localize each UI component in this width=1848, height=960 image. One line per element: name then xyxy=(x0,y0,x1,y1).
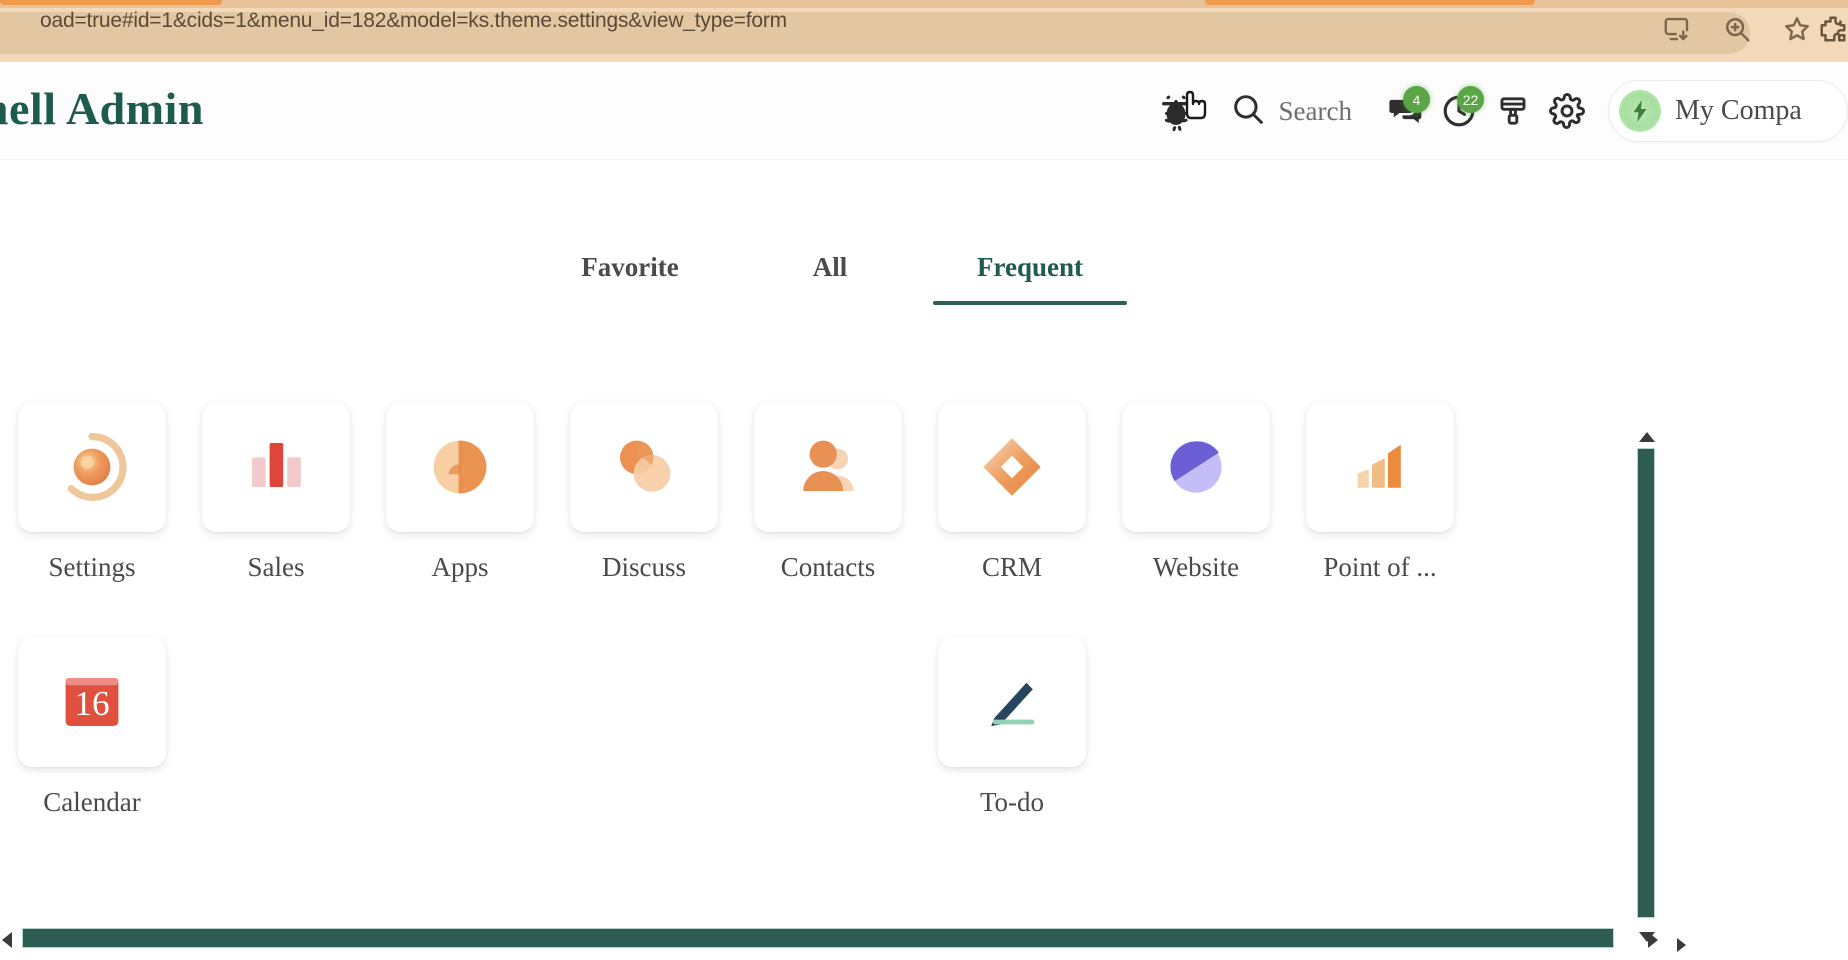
vertical-scrollbar-thumb[interactable] xyxy=(1637,448,1655,918)
app-tile xyxy=(18,402,166,532)
browser-tab-secondary-indicator[interactable] xyxy=(1205,0,1535,5)
app-label: Website xyxy=(1152,552,1240,582)
tab-frequent[interactable]: Frequent xyxy=(930,252,1130,305)
horizontal-scrollbar[interactable] xyxy=(0,926,1680,956)
grid-spacer xyxy=(736,637,920,872)
app-item-apps[interactable]: Apps xyxy=(368,402,552,583)
app-item-crm[interactable]: CRM xyxy=(920,402,1104,583)
messages-button[interactable]: 4 xyxy=(1378,84,1432,138)
app-item-website[interactable]: Website xyxy=(1104,402,1288,583)
app-label: Discuss xyxy=(601,552,686,582)
search-icon xyxy=(1231,92,1265,131)
browser-toolbar-icons xyxy=(1662,14,1812,44)
tab-all-label: All xyxy=(812,252,848,282)
calendar-day: 16 xyxy=(74,684,109,723)
tab-frequent-label: Frequent xyxy=(977,252,1083,282)
contacts-app-icon xyxy=(803,440,854,491)
app-item-sales[interactable]: Sales xyxy=(184,402,368,583)
app-label: Sales xyxy=(247,552,305,582)
app-label: Point of ... xyxy=(1323,552,1437,582)
scroll-right-arrow-icon[interactable] xyxy=(1648,932,1658,948)
vertical-scrollbar[interactable] xyxy=(1634,432,1660,942)
horizontal-scrollbar-thumb[interactable] xyxy=(22,928,1614,948)
app-item-settings[interactable]: Settings xyxy=(0,402,184,583)
app-tile xyxy=(1306,402,1454,532)
app-label: Apps xyxy=(431,552,489,582)
app-item-todo[interactable]: To-do xyxy=(920,637,1104,818)
company-name: My Compa xyxy=(1675,95,1802,126)
app-tile: 16 xyxy=(18,637,166,767)
scroll-up-arrow-icon[interactable] xyxy=(1639,432,1655,442)
browser-tabstrip xyxy=(0,0,1848,8)
launcher-tabs: Favorite All Frequent xyxy=(0,252,1660,305)
tab-favorite-label: Favorite xyxy=(581,252,679,282)
header-actions: Search 4 22 My Compa xyxy=(1149,62,1848,160)
app-header: chell Admin xyxy=(0,62,1848,160)
app-label: Contacts xyxy=(780,552,876,582)
todo-app-icon xyxy=(991,682,1035,726)
apps-app-icon xyxy=(433,440,487,494)
app-label: Calendar xyxy=(43,787,141,817)
app-tile xyxy=(386,402,534,532)
grid-spacer xyxy=(368,637,552,872)
app-tile xyxy=(754,402,902,532)
messages-badge: 4 xyxy=(1403,86,1430,113)
app-launcher: Favorite All Frequent Settings Sales App… xyxy=(0,160,1848,960)
grid-spacer xyxy=(552,637,736,872)
app-item-discuss[interactable]: Discuss xyxy=(552,402,736,583)
paint-brush-icon[interactable] xyxy=(1486,84,1540,138)
app-label: CRM xyxy=(981,552,1043,582)
extensions-icon[interactable] xyxy=(1818,14,1848,44)
calendar-app-icon: 16 xyxy=(65,678,119,726)
app-tile xyxy=(570,402,718,532)
app-item-point-of-sale[interactable]: Point of ... xyxy=(1288,402,1472,583)
browser-chrome: oad=true#id=1&cids=1&menu_id=182&model=k… xyxy=(0,0,1848,62)
browser-tab-active-indicator[interactable] xyxy=(0,0,222,5)
settings-app-icon xyxy=(67,432,127,501)
scroll-corner-arrow-icon[interactable] xyxy=(1677,938,1686,952)
app-tile xyxy=(1122,402,1270,532)
crm-app-icon xyxy=(983,438,1041,496)
apps-grid: Settings Sales Apps Discuss Contacts CRM… xyxy=(0,402,1648,872)
page-title: chell Admin xyxy=(0,83,204,134)
mouse-cursor-icon xyxy=(1185,90,1206,120)
sales-app-icon xyxy=(252,443,301,487)
address-bar-url: oad=true#id=1&cids=1&menu_id=182&model=k… xyxy=(40,9,787,32)
grid-spacer xyxy=(184,637,368,872)
bug-icon[interactable] xyxy=(1149,84,1215,138)
app-item-contacts[interactable]: Contacts xyxy=(736,402,920,583)
activities-badge: 22 xyxy=(1457,86,1484,113)
tab-favorite[interactable]: Favorite xyxy=(530,252,730,305)
zoom-icon[interactable] xyxy=(1722,14,1752,44)
company-switcher[interactable]: My Compa xyxy=(1608,80,1848,142)
app-label: To-do xyxy=(979,787,1045,817)
install-app-icon[interactable] xyxy=(1662,14,1692,44)
activities-button[interactable]: 22 xyxy=(1432,84,1486,138)
tab-all[interactable]: All xyxy=(730,252,930,305)
app-tile xyxy=(938,637,1086,767)
website-app-icon xyxy=(1170,441,1222,493)
gear-icon[interactable] xyxy=(1540,84,1594,138)
app-item-calendar[interactable]: 16 Calendar xyxy=(0,637,184,818)
app-tile xyxy=(202,402,350,532)
search-input[interactable]: Search xyxy=(1231,92,1352,131)
company-avatar-icon xyxy=(1619,90,1661,132)
app-label: Settings xyxy=(48,552,136,582)
point-of-sale-app-icon xyxy=(1357,444,1401,488)
discuss-app-icon xyxy=(620,440,671,492)
app-tile xyxy=(938,402,1086,532)
bookmark-star-icon[interactable] xyxy=(1782,14,1812,44)
search-placeholder: Search xyxy=(1278,95,1352,126)
scroll-left-arrow-icon[interactable] xyxy=(2,932,12,948)
